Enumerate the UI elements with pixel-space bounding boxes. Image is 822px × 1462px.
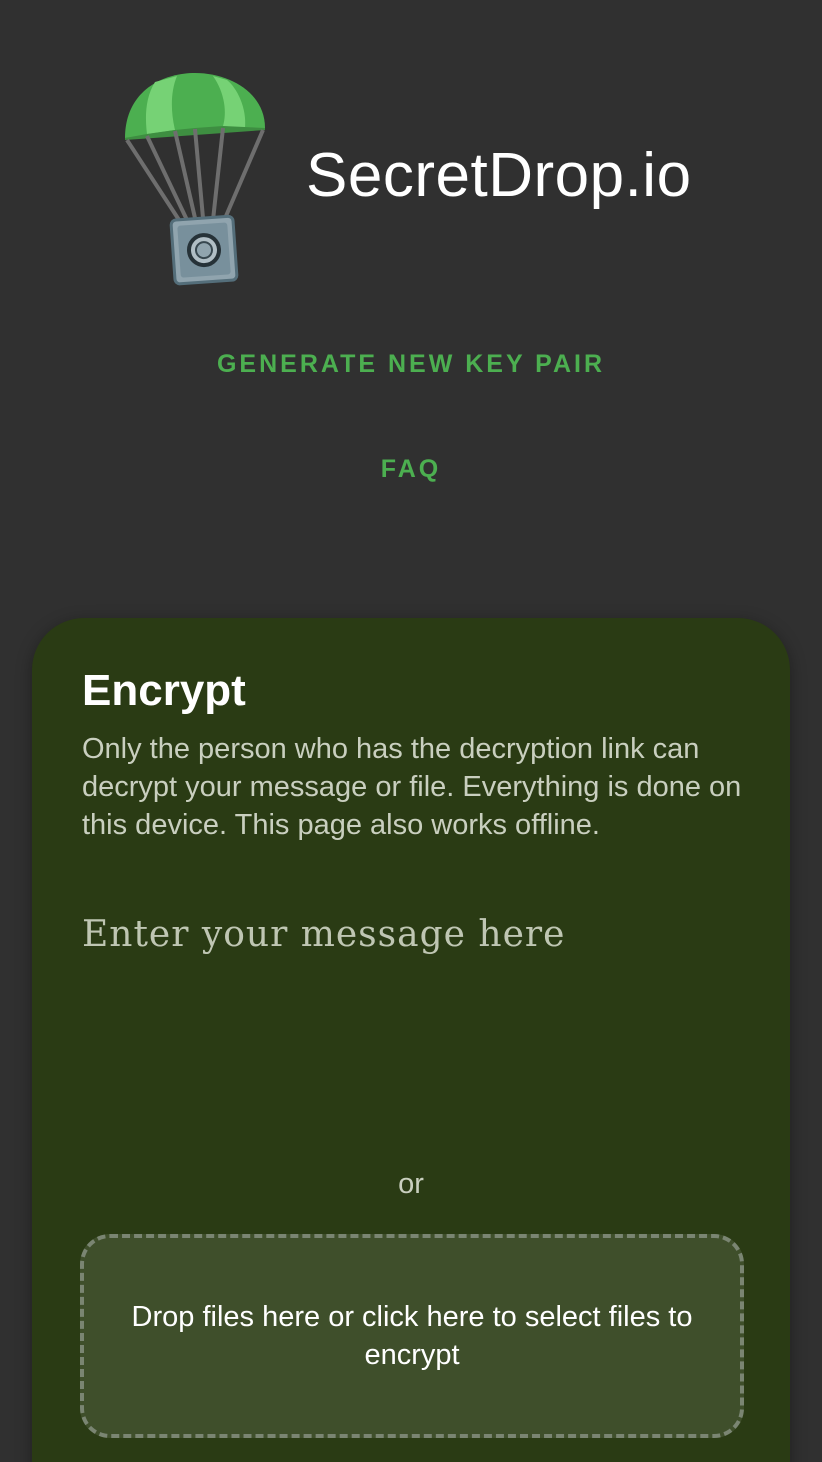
generate-key-pair-link[interactable]: GENERATE NEW KEY PAIR (0, 350, 822, 379)
file-dropzone[interactable]: Drop files here or click here to select … (80, 1234, 744, 1438)
page: SecretDrop.io GENERATE NEW KEY PAIR FAQ … (0, 0, 822, 1462)
site-title: SecretDrop.io (306, 141, 692, 210)
message-input[interactable] (82, 914, 742, 1134)
encrypt-card: Encrypt Only the person who has the decr… (32, 618, 790, 1462)
encrypt-title: Encrypt (82, 666, 246, 715)
encrypt-description: Only the person who has the decryption l… (82, 733, 742, 841)
dropzone-label: Drop files here or click here to select … (131, 1301, 693, 1371)
or-separator: or (398, 1168, 424, 1200)
faq-link[interactable]: FAQ (0, 455, 822, 484)
parachute-safe-icon (125, 73, 265, 286)
header: SecretDrop.io (0, 0, 822, 300)
